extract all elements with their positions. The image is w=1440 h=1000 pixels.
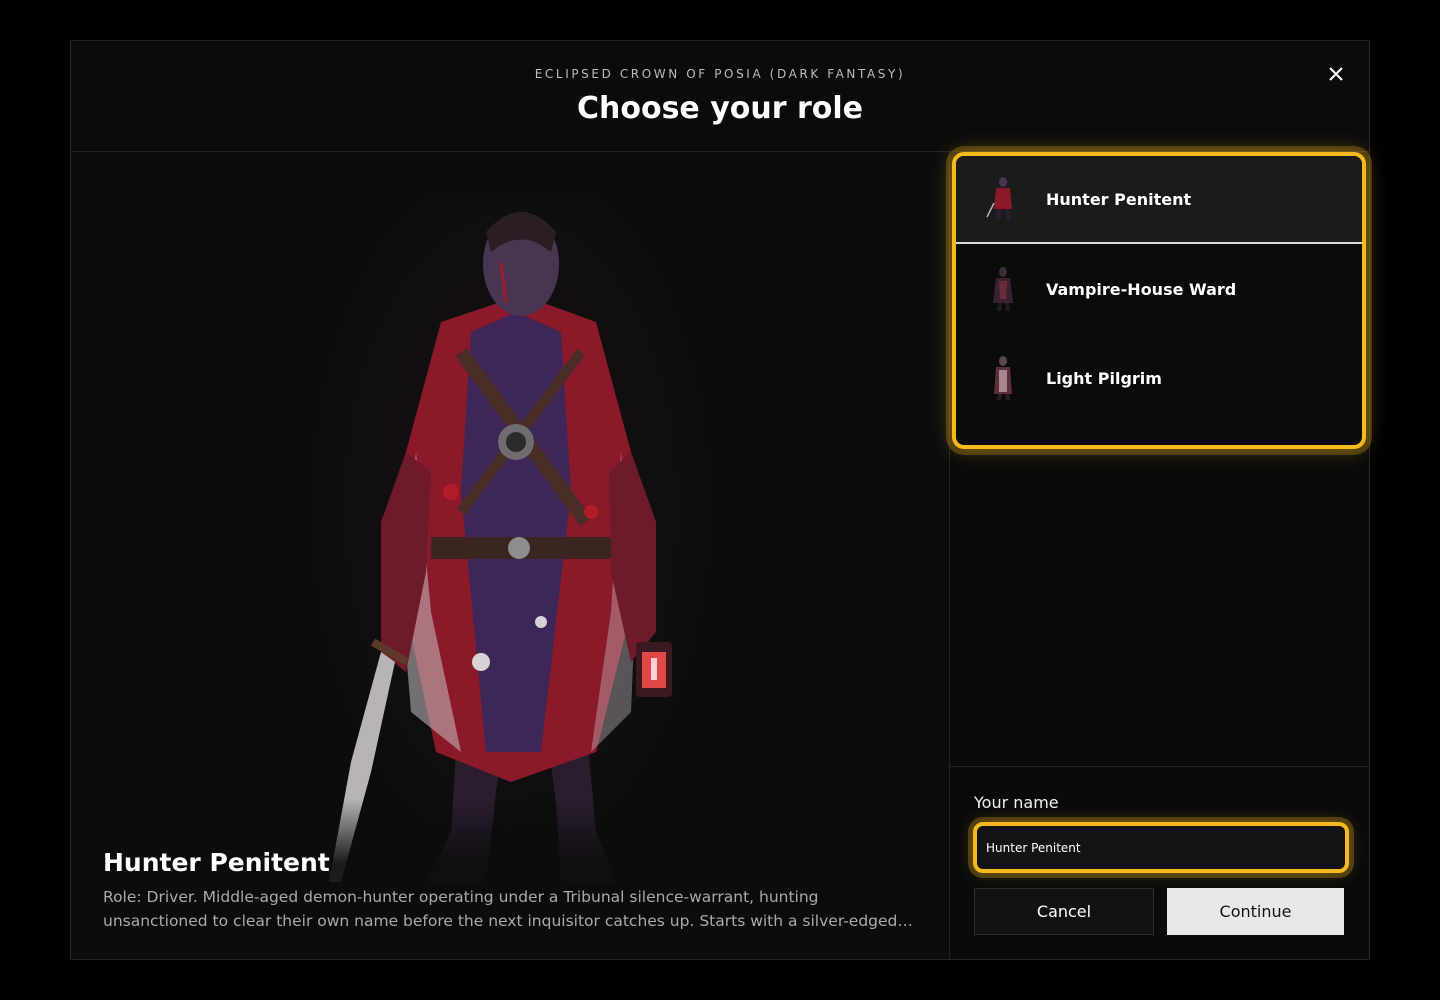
role-item-label: Hunter Penitent xyxy=(1046,189,1192,209)
page-title: Choose your role xyxy=(576,91,864,126)
light-pilgrim-thumbnail xyxy=(977,352,1029,404)
name-label: Your name xyxy=(974,793,1059,812)
name-input[interactable] xyxy=(973,822,1349,873)
vampire-house-ward-thumbnail xyxy=(977,263,1029,315)
close-icon xyxy=(1329,67,1343,81)
name-form: Your name Cancel Continue xyxy=(950,766,1369,959)
role-item-light-pilgrim[interactable]: Light Pilgrim xyxy=(956,334,1362,422)
role-sidebar: Hunter Penitent Vampire-House Ward Light… xyxy=(949,152,1369,959)
cancel-button[interactable]: Cancel xyxy=(974,888,1154,935)
role-item-vampire-house-ward[interactable]: Vampire-House Ward xyxy=(956,245,1362,333)
preview-shade xyxy=(71,799,949,959)
role-item-label: Vampire-House Ward xyxy=(1046,279,1237,299)
character-portrait xyxy=(311,192,711,892)
close-button[interactable] xyxy=(1325,63,1347,85)
world-subtitle: ECLIPSED CROWN OF POSIA (DARK FANTASY) xyxy=(534,67,906,81)
hunter-penitent-thumbnail xyxy=(977,173,1029,225)
preview-role-name: Hunter Penitent xyxy=(103,848,330,877)
preview-role-description: Role: Driver. Middle-aged demon-hunter o… xyxy=(103,888,898,930)
role-list: Hunter Penitent Vampire-House Ward Light… xyxy=(952,152,1366,449)
role-item-label: Light Pilgrim xyxy=(1046,368,1162,388)
continue-button[interactable]: Continue xyxy=(1167,888,1344,935)
role-preview: Hunter Penitent Role: Driver. Middle-age… xyxy=(71,152,949,959)
modal-header: ECLIPSED CROWN OF POSIA (DARK FANTASY) C… xyxy=(71,41,1369,152)
role-selection-modal: ECLIPSED CROWN OF POSIA (DARK FANTASY) C… xyxy=(70,40,1370,960)
role-item-hunter-penitent[interactable]: Hunter Penitent xyxy=(956,156,1362,244)
